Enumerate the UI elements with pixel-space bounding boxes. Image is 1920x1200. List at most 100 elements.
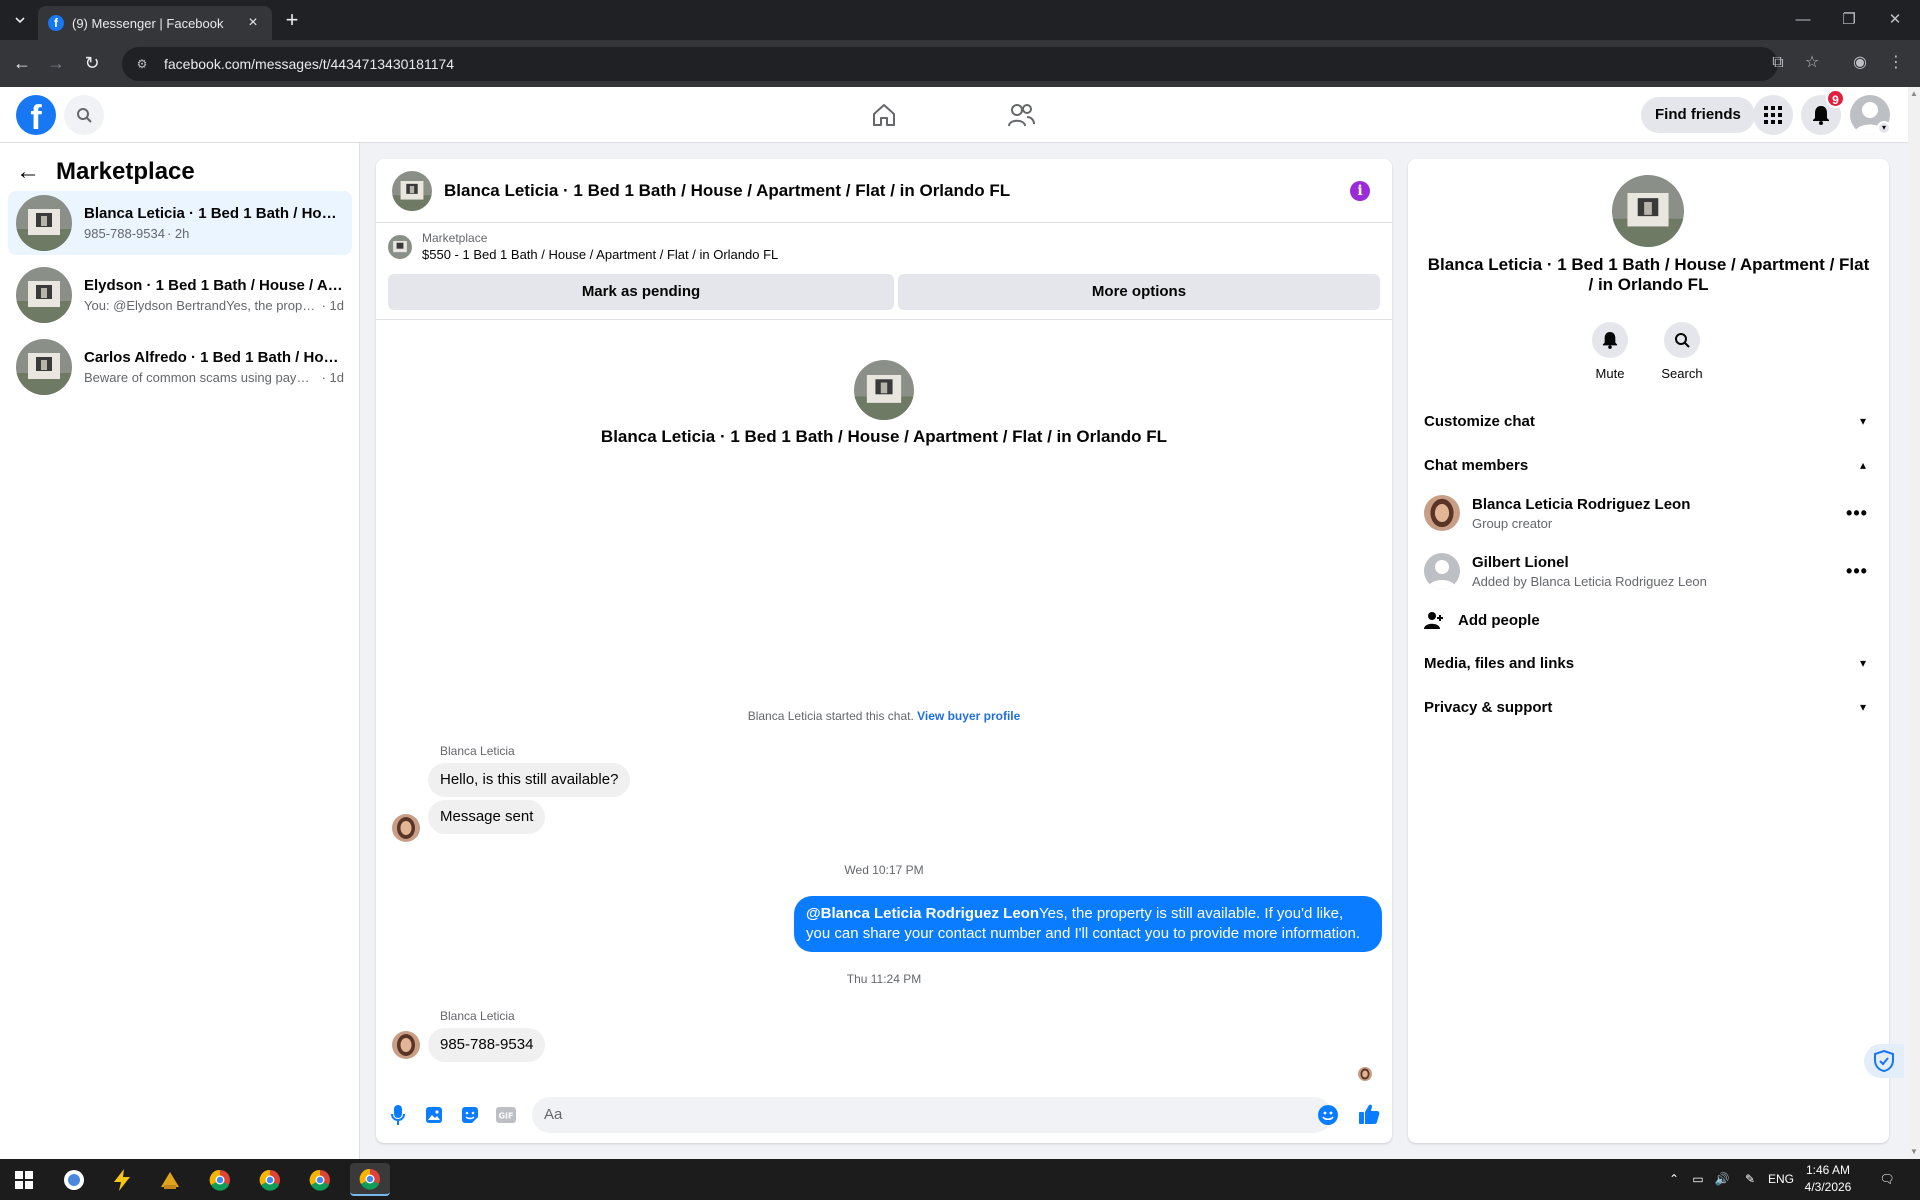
conversation-time: · 1d: [321, 370, 344, 385]
intro-title: Blanca Leticia · 1 Bed 1 Bath / House / …: [600, 427, 1168, 446]
home-icon[interactable]: [864, 95, 904, 135]
message-bubble-incoming[interactable]: Hello, is this still available?: [428, 763, 631, 797]
system-clock[interactable]: 1:46 AM 4/3/2026: [1796, 1162, 1860, 1196]
window-close-icon[interactable]: ✕: [1872, 8, 1918, 32]
emoji-icon[interactable]: [1318, 1105, 1338, 1125]
restore-icon[interactable]: ❐: [1826, 8, 1872, 32]
tab-close-icon[interactable]: ×: [244, 14, 262, 32]
bookmark-star-icon[interactable]: ☆: [1800, 51, 1824, 75]
section-label: Customize chat: [1424, 412, 1535, 430]
chat-member-item[interactable]: Gilbert Lionel Added by Blanca Leticia R…: [1424, 543, 1873, 599]
browser-tab-messenger[interactable]: f (9) Messenger | Facebook ×: [38, 6, 272, 40]
info-icon[interactable]: i: [1350, 181, 1370, 201]
friends-icon[interactable]: [1001, 95, 1041, 135]
facebook-top-bar: f Find friends 9 ▾: [0, 87, 1908, 143]
conversation-title: Carlos Alfredo · 1 Bed 1 Bath / House / …: [84, 349, 344, 366]
game-app-icon[interactable]: [150, 1163, 190, 1196]
clock-date: 4/3/2026: [1804, 1180, 1852, 1194]
back-icon[interactable]: ←: [10, 51, 34, 75]
started-text: Blanca Leticia started this chat.: [747, 709, 914, 723]
notifications-icon[interactable]: 🗨: [1872, 1159, 1902, 1200]
conversation-item-carlos[interactable]: Carlos Alfredo · 1 Bed 1 Bath / House / …: [8, 335, 352, 399]
timestamp: Wed 10:17 PM: [844, 863, 924, 877]
chat-started-note: Blanca Leticia started this chat. View b…: [376, 709, 1392, 723]
address-bar[interactable]: ⚙ facebook.com/messages/t/44347134301811…: [122, 47, 1778, 81]
view-buyer-profile-link[interactable]: View buyer profile: [917, 709, 1020, 723]
browser-toolbar: ← → ↻ ⚙ facebook.com/messages/t/44347134…: [0, 40, 1920, 87]
chrome-icon[interactable]: [250, 1163, 290, 1196]
notification-count-badge: 9: [1826, 89, 1845, 108]
image-icon[interactable]: [424, 1105, 444, 1125]
language-indicator[interactable]: ENG: [1766, 1159, 1796, 1200]
search-icon[interactable]: [64, 95, 104, 135]
find-friends-button[interactable]: Find friends: [1641, 97, 1755, 133]
scroll-up-icon[interactable]: ▲: [1908, 87, 1920, 101]
message-bubble-incoming[interactable]: 985-788-9534: [428, 1028, 546, 1062]
search-icon[interactable]: [1664, 322, 1700, 358]
chrome-icon[interactable]: [300, 1163, 340, 1196]
lightning-app-icon[interactable]: [102, 1163, 142, 1196]
mention[interactable]: @Blanca Leticia Rodriguez Leon: [806, 905, 1039, 922]
pen-icon[interactable]: ✎: [1740, 1159, 1760, 1200]
conversation-snippet: 985-788-9534: [84, 226, 165, 241]
chat-title[interactable]: Blanca Leticia · 1 Bed 1 Bath / House / …: [444, 181, 1010, 201]
forward-icon[interactable]: →: [44, 51, 68, 75]
customize-chat-row[interactable]: Customize chat ▾: [1424, 399, 1873, 443]
scroll-down-icon[interactable]: ▼: [1908, 1145, 1920, 1159]
conversation-title: Blanca Leticia · 1 Bed 1 Bath / House / …: [84, 205, 344, 222]
back-arrow-icon[interactable]: ←: [16, 157, 46, 187]
menu-dots-icon[interactable]: ⋮: [1884, 51, 1908, 75]
search-in-chat-button[interactable]: Search: [1652, 322, 1712, 381]
section-label: Media, files and links: [1424, 654, 1575, 672]
minimize-icon[interactable]: —: [1780, 8, 1826, 32]
mute-button[interactable]: Mute: [1580, 322, 1640, 381]
message-input[interactable]: Aa: [532, 1097, 1332, 1133]
facebook-logo-icon[interactable]: f: [16, 95, 56, 135]
gif-icon[interactable]: GIF: [496, 1105, 516, 1125]
windows-start-icon[interactable]: [4, 1163, 44, 1196]
chat-info-panel: Blanca Leticia · 1 Bed 1 Bath / House / …: [1408, 159, 1889, 1143]
conversation-item-elydson[interactable]: Elydson · 1 Bed 1 Bath / House / Apartme…: [8, 263, 352, 327]
shield-icon[interactable]: [1864, 1044, 1904, 1078]
tray-chevron-icon[interactable]: ⌃: [1664, 1159, 1684, 1200]
more-options-button[interactable]: More options: [898, 274, 1380, 310]
page-scrollbar[interactable]: ▲ ▼: [1908, 87, 1920, 1159]
message-bubble-incoming[interactable]: Message sent: [428, 800, 546, 834]
like-thumb-icon[interactable]: [1358, 1103, 1380, 1125]
new-tab-icon[interactable]: +: [282, 9, 302, 31]
message-bubble-outgoing[interactable]: @Blanca Leticia Rodriguez LeonYes, the p…: [794, 896, 1382, 952]
conversation-item-blanca[interactable]: Blanca Leticia · 1 Bed 1 Bath / House / …: [8, 191, 352, 255]
member-role: Group creator: [1472, 515, 1553, 531]
media-files-links-row[interactable]: Media, files and links ▾: [1424, 641, 1873, 685]
chrome-icon[interactable]: [200, 1163, 240, 1196]
add-people-button[interactable]: Add people: [1424, 602, 1540, 638]
member-name: Gilbert Lionel: [1472, 553, 1569, 571]
chat-member-item[interactable]: Blanca Leticia Rodriguez Leon Group crea…: [1424, 485, 1873, 541]
install-app-icon[interactable]: ⧉: [1766, 51, 1790, 75]
chrome-active-icon[interactable]: [350, 1163, 390, 1196]
more-dots-icon[interactable]: •••: [1841, 561, 1873, 582]
sender-avatar[interactable]: [392, 814, 420, 842]
mic-icon[interactable]: [388, 1105, 408, 1125]
profile-icon[interactable]: ◉: [1848, 51, 1872, 75]
account-chevron-icon[interactable]: ▾: [1877, 121, 1891, 135]
tab-search-chevron-icon[interactable]: [8, 8, 32, 32]
sender-avatar[interactable]: [392, 1031, 420, 1059]
mute-bell-icon[interactable]: [1592, 322, 1628, 358]
network-icon[interactable]: ▭: [1688, 1159, 1708, 1200]
shield-app-icon[interactable]: [54, 1163, 94, 1196]
chat-avatar[interactable]: [392, 170, 432, 211]
sender-name: Blanca Leticia: [440, 1009, 515, 1023]
marketplace-listing-row[interactable]: Marketplace $550 - 1 Bed 1 Bath / House …: [388, 231, 778, 262]
reload-icon[interactable]: ↻: [80, 51, 104, 75]
add-person-icon: [1424, 612, 1443, 629]
apps-grid-icon[interactable]: [1753, 95, 1793, 135]
mark-as-pending-button[interactable]: Mark as pending: [388, 274, 894, 310]
volume-icon[interactable]: 🔊: [1712, 1159, 1732, 1200]
chat-members-row[interactable]: Chat members ▴: [1424, 443, 1873, 487]
site-info-icon[interactable]: ⚙: [134, 56, 150, 72]
sticker-icon[interactable]: [460, 1105, 480, 1125]
tab-title: (9) Messenger | Facebook: [72, 15, 224, 31]
more-dots-icon[interactable]: •••: [1841, 503, 1873, 524]
privacy-support-row[interactable]: Privacy & support ▾: [1424, 685, 1873, 729]
